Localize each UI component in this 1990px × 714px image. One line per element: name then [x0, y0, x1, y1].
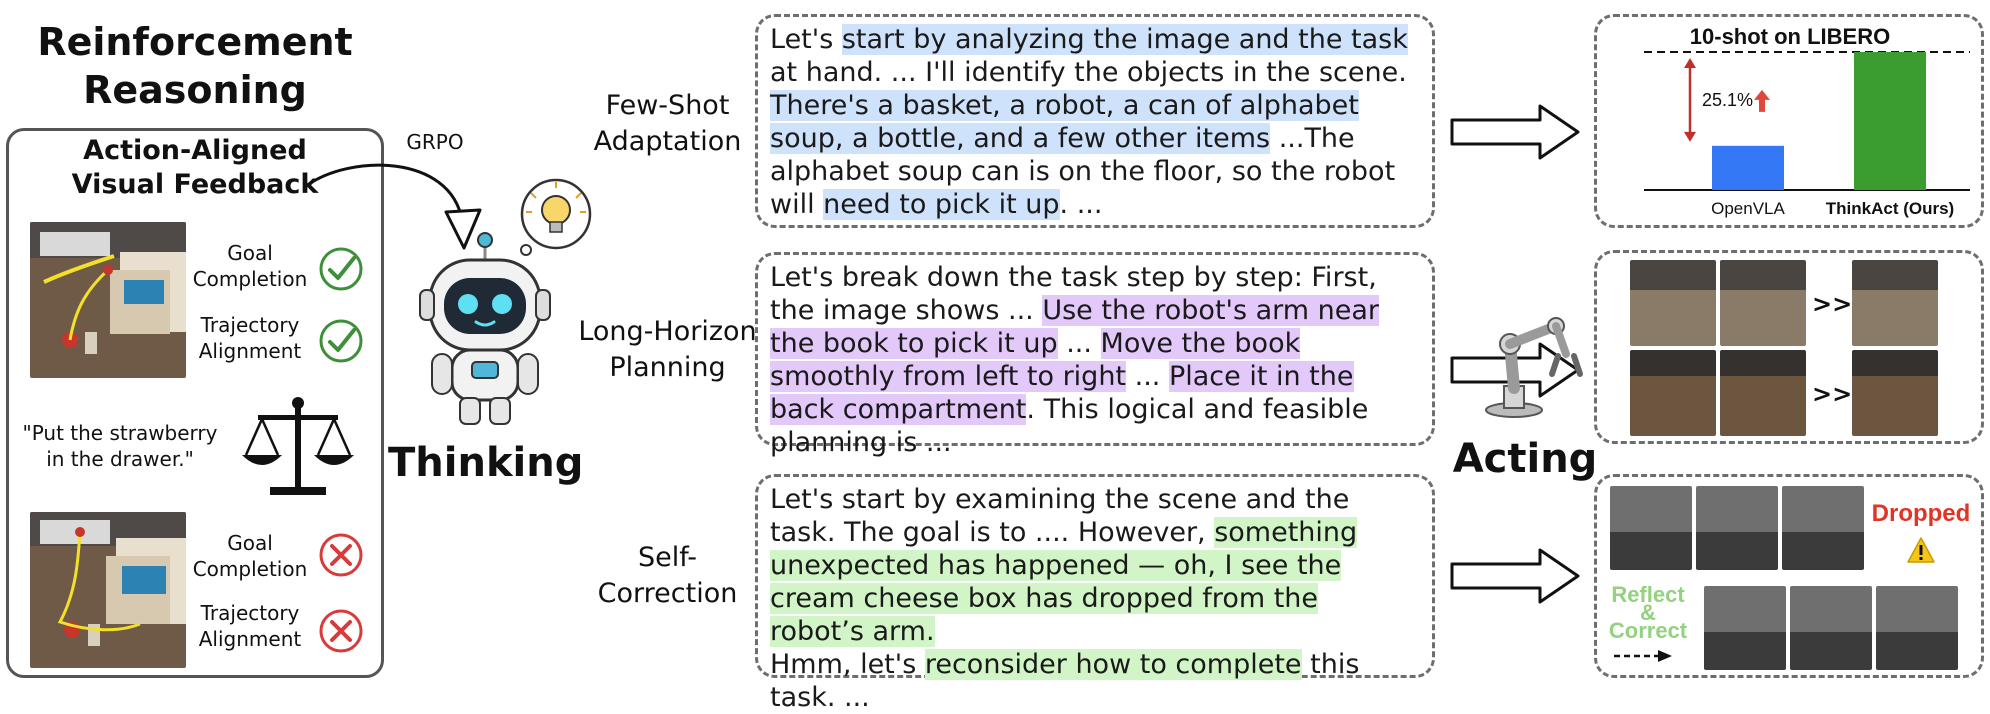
- reasoning-text: . ...: [1059, 189, 1103, 220]
- success-traj-line2: Alignment: [198, 339, 302, 363]
- failure-traj-line1: Trajectory: [200, 601, 300, 625]
- reasoning-text: Let's: [770, 24, 842, 55]
- bar-openvla: [1712, 145, 1784, 190]
- thinking-label: Thinking: [388, 440, 584, 486]
- longhorizon-frame-3: [1852, 260, 1938, 346]
- next-step-icon: >>: [1812, 290, 1853, 318]
- task-instruction-line1: "Put the strawberry: [22, 421, 218, 445]
- success-trajectory-label: Trajectory Alignment: [180, 312, 320, 364]
- success-scene-illustration: [30, 222, 186, 378]
- chart-bars: [1712, 52, 1926, 190]
- fewshot-reasoning-text: Let's start by analyzing the image and t…: [770, 23, 1420, 221]
- longhorizon-frame-5: [1720, 350, 1806, 436]
- right-arrow-icon: [1450, 548, 1580, 604]
- failure-frame-3: [1782, 486, 1864, 570]
- capability-selfcorrection-line2: Correction: [597, 578, 738, 609]
- reinforcement-title: Reinforcement Reasoning: [20, 18, 370, 114]
- check-icon: [319, 319, 363, 363]
- warning-icon: [1907, 537, 1935, 563]
- highlighted-reasoning: need to pick it up: [823, 189, 1060, 220]
- success-traj-line1: Trajectory: [200, 313, 300, 337]
- capability-fewshot-label: Few-Shot Adaptation: [565, 88, 770, 160]
- recovery-frame-1: [1704, 586, 1786, 670]
- arrowhead-up-icon: [1684, 58, 1696, 68]
- selfcorrection-reasoning-text-1: Let's start by examining the scene and t…: [770, 483, 1420, 648]
- robot-arm-icon: [1485, 317, 1583, 418]
- capability-longhorizon-line1: Long-Horizon: [578, 316, 757, 347]
- improvement-label: 25.1%: [1702, 90, 1753, 110]
- failure-goal-label: Goal Completion: [180, 530, 320, 582]
- arrowhead-down-icon: [1684, 131, 1696, 142]
- libero-bar-chart: 10-shot on LIBERO 25.1% OpenVLA ThinkAct …: [1644, 24, 1970, 218]
- highlighted-reasoning: reconsider how to complete: [924, 649, 1302, 680]
- balance-scale-icon: [242, 397, 354, 495]
- chart-title: 10-shot on LIBERO: [1690, 24, 1890, 49]
- reinforcement-title-line1: Reinforcement: [37, 20, 353, 64]
- robot-mascot: [419, 232, 551, 425]
- fewshot-reasoning-box: Let's start by analyzing the image and t…: [755, 14, 1435, 228]
- category-label: OpenVLA: [1711, 199, 1785, 218]
- capability-selfcorrection-line1: Self-: [637, 542, 698, 573]
- bar-thinkact: [1854, 52, 1926, 190]
- longhorizon-frame-4: [1630, 350, 1716, 436]
- reflect-correct-label: Reflect & Correct: [1600, 584, 1696, 643]
- selfcorrection-reasoning-text-2: Hmm, let's reconsider how to complete th…: [770, 648, 1420, 714]
- longhorizon-frame-2: [1720, 260, 1806, 346]
- category-label: ThinkAct (Ours): [1826, 199, 1954, 218]
- check-icon: [319, 247, 363, 291]
- up-arrow-icon: [1754, 89, 1770, 112]
- reflect-line2: Correct: [1608, 618, 1688, 643]
- success-goal-line2: Completion: [192, 267, 308, 291]
- capability-selfcorrection-label: Self- Correction: [565, 540, 770, 612]
- recovery-frame-3: [1876, 586, 1958, 670]
- next-step-icon: >>: [1812, 380, 1853, 408]
- failure-trajectory-image: [30, 512, 186, 668]
- capability-longhorizon-line2: Planning: [609, 352, 726, 383]
- reasoning-text: ...: [1126, 361, 1169, 392]
- failure-traj-line2: Alignment: [198, 627, 302, 651]
- dropped-label: Dropped: [1871, 500, 1971, 527]
- cross-icon: [319, 609, 363, 653]
- capability-fewshot-line1: Few-Shot: [605, 90, 730, 121]
- longhorizon-frame-1: [1630, 260, 1716, 346]
- reasoning-text: Hmm, let's: [770, 649, 925, 680]
- longhorizon-reasoning-text: Let's break down the task step by step: …: [770, 261, 1420, 459]
- failure-trajectory-label: Trajectory Alignment: [180, 600, 320, 652]
- dashed-arrow-icon: [1614, 650, 1672, 662]
- longhorizon-frame-6: [1852, 350, 1938, 436]
- reasoning-text: ...: [1057, 328, 1101, 359]
- success-goal-label: Goal Completion: [180, 240, 320, 292]
- reinforcement-title-line2: Reasoning: [83, 68, 307, 112]
- failure-frame-1: [1610, 486, 1692, 570]
- selfcorrection-reasoning-box: Let's start by examining the scene and t…: [755, 474, 1435, 713]
- cross-icon: [319, 533, 363, 577]
- acting-label: Acting: [1452, 436, 1598, 482]
- longhorizon-reasoning-box: Let's break down the task step by step: …: [755, 252, 1435, 458]
- failure-goal-line2: Completion: [192, 557, 308, 581]
- failure-frame-2: [1696, 486, 1778, 570]
- task-instruction-line2: in the drawer.": [46, 447, 194, 471]
- success-goal-line1: Goal: [227, 241, 273, 265]
- success-trajectory-image: [30, 222, 186, 378]
- reasoning-text: at hand. ... I'll identify the objects i…: [770, 57, 1407, 88]
- capability-fewshot-line2: Adaptation: [593, 126, 742, 157]
- right-arrow-icon: [1450, 104, 1580, 160]
- highlighted-reasoning: start by analyzing the image and the tas…: [841, 24, 1408, 55]
- task-instruction: "Put the strawberry in the drawer.": [10, 420, 230, 472]
- failure-scene-illustration: [30, 512, 186, 668]
- lightbulb-thought-icon: [520, 178, 592, 256]
- chart-category-labels: OpenVLA ThinkAct (Ours): [1711, 199, 1954, 218]
- capability-longhorizon-label: Long-Horizon Planning: [555, 314, 780, 386]
- failure-goal-line1: Goal: [227, 531, 273, 555]
- recovery-frame-2: [1790, 586, 1872, 670]
